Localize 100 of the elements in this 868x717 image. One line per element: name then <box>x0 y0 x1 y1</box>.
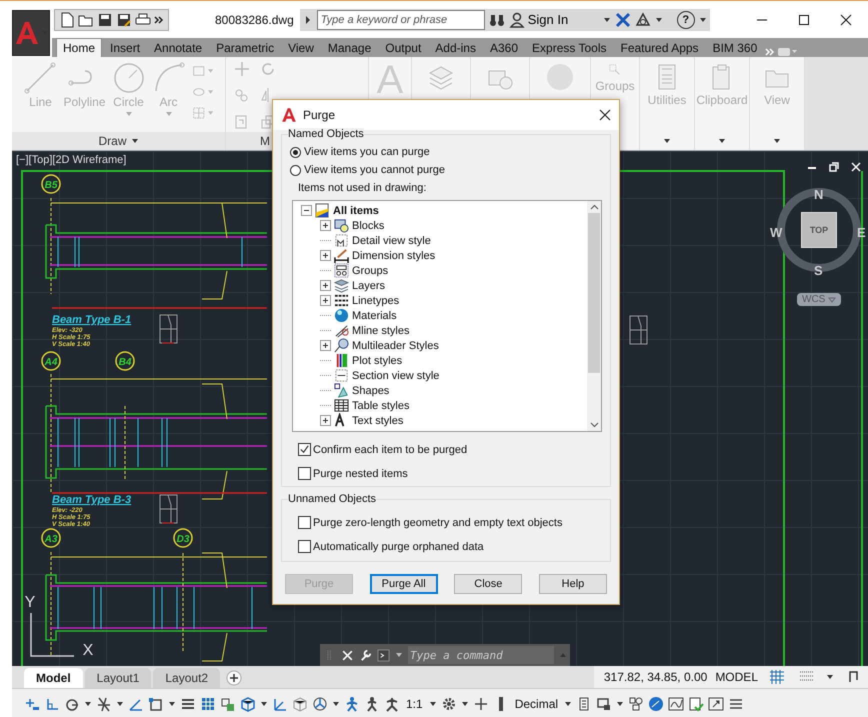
layout-tab[interactable]: Model <box>24 668 83 688</box>
square-icon[interactable] <box>148 696 164 712</box>
help-button[interactable]: ? <box>676 10 695 28</box>
expand-toggle[interactable] <box>320 220 331 231</box>
scrollbar-thumb[interactable] <box>588 213 600 373</box>
tree-item[interactable]: Groups <box>352 264 388 276</box>
command-input-field[interactable]: Type a command <box>408 646 554 664</box>
ribbon-tab[interactable]: Add-ins <box>429 39 482 57</box>
compass-south[interactable]: S <box>814 263 823 278</box>
ribbon-tab[interactable]: Parametric <box>210 39 280 57</box>
chart-icon[interactable] <box>668 696 684 712</box>
scroll-down-icon[interactable] <box>590 422 598 428</box>
expand-toggle[interactable] <box>320 280 331 291</box>
viewport-label[interactable]: [−][Top][2D Wireframe] <box>16 154 126 166</box>
expand-toggle[interactable] <box>320 340 331 351</box>
expand-toggle[interactable] <box>320 295 331 306</box>
save-icon[interactable] <box>97 12 113 28</box>
tree-item[interactable]: Table styles <box>352 400 410 412</box>
cube-icon[interactable] <box>240 696 256 712</box>
tree-item[interactable]: Blocks <box>352 220 384 232</box>
stacked-squares-icon[interactable] <box>220 696 236 712</box>
x-logo-icon[interactable] <box>614 12 631 28</box>
tree-item[interactable]: Plot styles <box>352 354 402 366</box>
checkbox-option[interactable]: Confirm each item to be purged <box>298 443 602 456</box>
layout-tab[interactable]: Layout1 <box>84 668 152 688</box>
tree-item[interactable]: Mline styles <box>352 324 410 336</box>
compass-north[interactable]: N <box>814 187 824 202</box>
new-file-icon[interactable] <box>59 12 75 28</box>
expand-toggle[interactable] <box>301 205 312 216</box>
draw-panel-title[interactable]: Draw <box>12 132 225 150</box>
ribbon-tab[interactable]: View <box>282 39 320 57</box>
ribbon-tab[interactable]: Output <box>379 39 428 57</box>
tripod-icon[interactable] <box>312 696 328 712</box>
ribbon-tab[interactable]: Insert <box>104 39 146 57</box>
filled-circle-icon[interactable] <box>648 696 664 712</box>
wrench-icon[interactable] <box>359 648 372 662</box>
scrollbar[interactable] <box>587 201 601 431</box>
add-icon[interactable] <box>226 670 242 686</box>
tree-item[interactable]: Detail view style <box>352 234 431 246</box>
annotation-scale-menu[interactable]: 1:1 <box>406 697 423 711</box>
gear-icon[interactable] <box>440 696 457 712</box>
view-cube-face[interactable]: TOP <box>801 212 837 248</box>
checkbox[interactable] <box>298 516 311 529</box>
ribbon-tab[interactable]: Home <box>56 38 102 57</box>
clipboard-check-icon[interactable] <box>688 696 704 712</box>
line-weight-icon[interactable] <box>180 696 196 712</box>
tree-item[interactable]: Layers <box>352 280 386 292</box>
maximize-icon[interactable] <box>708 696 724 712</box>
radio-button[interactable] <box>290 146 301 158</box>
tree-item[interactable]: All items <box>333 204 379 216</box>
sign-in-button[interactable]: Sign In <box>508 12 599 28</box>
layout-tab[interactable]: Layout2 <box>153 668 220 688</box>
crosshair-icon[interactable] <box>472 696 489 712</box>
radio-option[interactable]: View items you cannot purge <box>290 164 602 176</box>
monitor-icon[interactable] <box>596 696 612 712</box>
shapes-icon[interactable] <box>628 696 644 712</box>
prompt-icon[interactable] <box>377 648 390 662</box>
model-space-button[interactable]: MODEL <box>715 670 758 684</box>
triangle-logo-icon[interactable] <box>634 12 651 28</box>
checkbox[interactable] <box>298 467 311 480</box>
ribbon-tab[interactable]: Manage <box>322 39 378 57</box>
tree-item[interactable]: Linetypes <box>352 294 400 306</box>
axes-icon[interactable] <box>272 696 288 712</box>
units-menu[interactable]: Decimal <box>514 697 558 711</box>
close-icon[interactable] <box>840 14 852 26</box>
application-menu-button[interactable] <box>12 10 50 56</box>
print-icon[interactable] <box>135 12 151 28</box>
expand-toggle[interactable] <box>320 250 331 261</box>
tree-item[interactable]: Shapes <box>352 384 390 396</box>
checkbox-option[interactable]: Purge nested items <box>298 467 602 480</box>
figure-icon[interactable] <box>384 696 400 712</box>
more-icon[interactable] <box>154 14 164 24</box>
compass-east[interactable]: E <box>857 225 866 240</box>
close-icon[interactable] <box>599 109 611 121</box>
checkbox-option[interactable]: Purge zero-length geometry and empty text objects <box>298 516 602 529</box>
tree-item[interactable]: Materials <box>352 310 397 322</box>
figure-icon[interactable] <box>344 696 360 712</box>
compass-west[interactable]: W <box>770 225 782 240</box>
checkbox-option[interactable]: Automatically purge orphaned data <box>298 540 602 553</box>
ribbon-tab[interactable]: Express Tools <box>526 39 612 57</box>
save-as-icon[interactable] <box>116 12 132 28</box>
radio-option[interactable]: View items you can purge <box>290 146 602 158</box>
dialog-button[interactable]: Help <box>538 574 607 594</box>
ribbon-tab[interactable]: Featured Apps <box>614 39 705 57</box>
ribbon-tab[interactable]: Annotate <box>148 39 208 57</box>
radio-button[interactable] <box>290 164 301 176</box>
crossed-lines-icon[interactable] <box>96 696 112 712</box>
ribbon-tab[interactable]: A360 <box>484 39 524 57</box>
snap-line-icon[interactable] <box>24 696 40 712</box>
expand-toggle[interactable] <box>320 415 331 426</box>
panel-toggle-icon[interactable] <box>777 47 798 57</box>
search-field[interactable]: Type a keyword or phrase <box>316 10 485 30</box>
hatch-icon[interactable] <box>200 696 216 712</box>
dialog-button[interactable]: Close <box>454 574 522 594</box>
tree-item[interactable]: Section view style <box>352 370 440 382</box>
ribbon-tab[interactable]: BIM 360 <box>706 39 764 57</box>
scroll-up-icon[interactable] <box>590 204 598 210</box>
dialog-button[interactable]: Purge All <box>370 574 438 594</box>
tree-item[interactable]: Multileader Styles <box>352 340 439 352</box>
tree-item[interactable]: Text styles <box>352 414 404 426</box>
